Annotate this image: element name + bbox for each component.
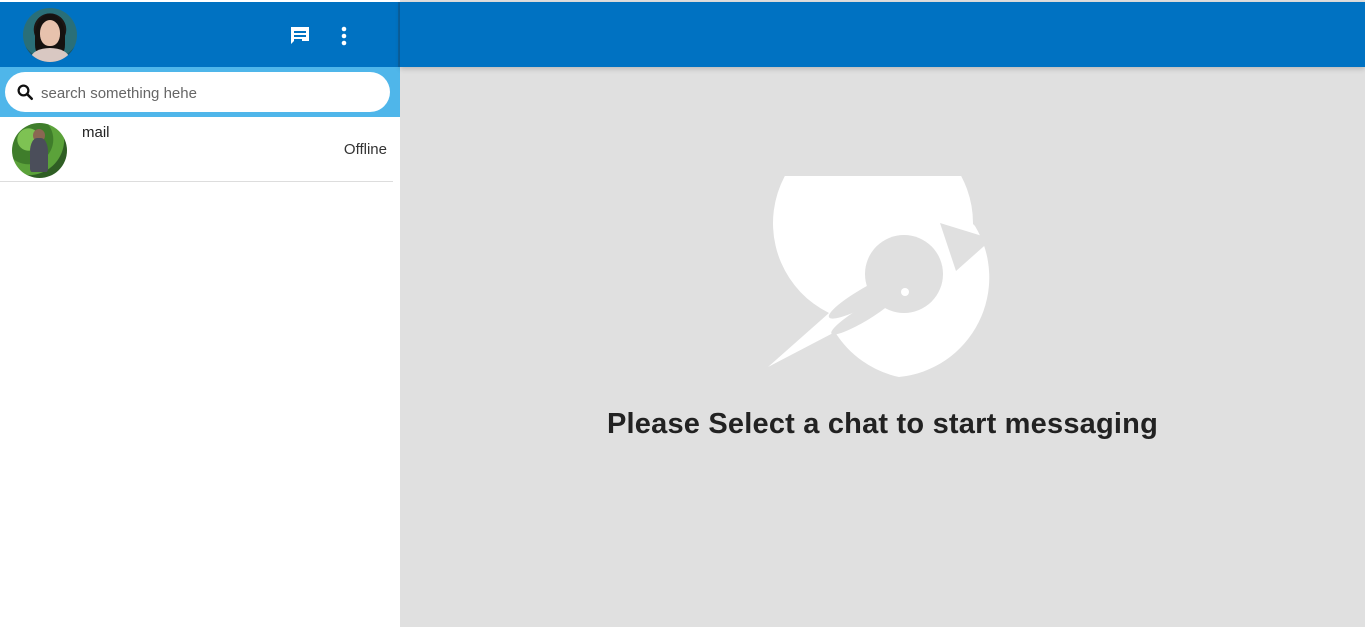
avatar-body — [31, 48, 69, 62]
chat-bubble-illustration-icon — [768, 123, 1000, 378]
main-header — [400, 2, 1365, 67]
contact-avatar[interactable] — [12, 123, 67, 178]
sidebar-header — [0, 2, 400, 67]
contact-status: Offline — [343, 141, 387, 158]
search-input[interactable] — [39, 72, 373, 114]
empty-chat-message: Please Select a chat to start messaging — [607, 408, 1158, 440]
contact-avatar-body — [30, 138, 48, 172]
chat-icon[interactable] — [288, 24, 312, 48]
search-box[interactable] — [5, 72, 390, 114]
chat-list: mail Offline — [0, 117, 394, 182]
contact-name: mail — [82, 124, 110, 141]
search-bar — [0, 67, 400, 117]
profile-avatar[interactable] — [23, 8, 77, 62]
chat-list-item[interactable]: mail Offline — [0, 117, 393, 182]
chat-main-panel: Please Select a chat to start messaging — [400, 0, 1365, 627]
chat-app: mail Offline Please Select a chat to sta… — [0, 0, 1365, 627]
avatar-face — [40, 20, 60, 46]
search-icon — [16, 83, 34, 101]
sidebar: mail Offline — [0, 0, 400, 627]
more-vert-icon[interactable] — [332, 24, 356, 48]
